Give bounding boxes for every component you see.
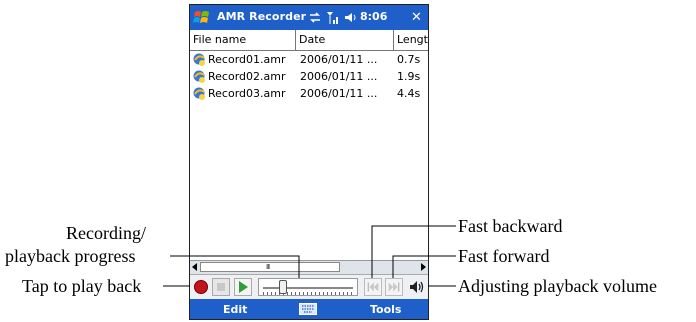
annotation-tap-play: Tap to play back: [22, 276, 142, 296]
sound-file-icon: [193, 70, 205, 83]
sound-file-icon: [193, 53, 205, 66]
playback-controls: [190, 274, 428, 299]
app-title: AMR Recorder: [217, 10, 307, 23]
scroll-grip: III: [266, 263, 270, 271]
fast-forward-button[interactable]: [385, 278, 403, 296]
file-date: 2006/01/11 ...: [300, 53, 378, 66]
file-name: Record01.amr: [208, 53, 286, 66]
file-length: 0.7s: [397, 53, 421, 66]
volume-icon[interactable]: [408, 278, 426, 296]
clock[interactable]: 8:06: [360, 10, 387, 23]
annotation-progress-line1: Recording/: [66, 223, 146, 243]
annotation-fast-back: Fast backward: [458, 216, 563, 236]
scroll-left-icon[interactable]: [192, 263, 197, 271]
list-item[interactable]: Record03.amr 2006/01/11 ... 4.4s: [190, 85, 428, 102]
annotation-volume: Adjusting playback volume: [458, 276, 657, 296]
progress-track: [263, 287, 353, 289]
close-button[interactable]: ✕: [407, 8, 426, 27]
horizontal-scrollbar[interactable]: III: [190, 260, 428, 274]
device-screen: AMR Recorder 8:06 ✕ File name Date Lengt…: [189, 4, 429, 320]
play-button[interactable]: [234, 278, 252, 296]
tools-menu[interactable]: Tools: [370, 303, 401, 316]
file-date: 2006/01/11 ...: [300, 70, 378, 83]
record-button[interactable]: [194, 280, 208, 294]
scroll-thumb[interactable]: [200, 262, 340, 272]
annotation-fast-fwd: Fast forward: [458, 246, 550, 266]
title-bar: AMR Recorder 8:06 ✕: [190, 5, 428, 30]
column-header-date[interactable]: Date: [296, 30, 394, 50]
speaker-icon[interactable]: [344, 11, 358, 24]
file-list: Record01.amr 2006/01/11 ... 0.7s Record0…: [190, 51, 428, 102]
network-icon[interactable]: [308, 11, 322, 24]
stop-button[interactable]: [212, 278, 230, 296]
sound-file-icon: [193, 87, 205, 100]
progress-ticks: [263, 292, 353, 295]
progress-slider[interactable]: [258, 278, 358, 296]
list-item[interactable]: Record02.amr 2006/01/11 ... 1.9s: [190, 68, 428, 85]
annotation-progress-line2: playback progress: [5, 246, 136, 266]
file-name: Record03.amr: [208, 87, 286, 100]
fast-backward-button[interactable]: [364, 278, 382, 296]
list-header: File name Date Length: [190, 30, 428, 51]
file-date: 2006/01/11 ...: [300, 87, 378, 100]
list-item[interactable]: Record01.amr 2006/01/11 ... 0.7s: [190, 51, 428, 68]
file-name: Record02.amr: [208, 70, 286, 83]
signal-icon[interactable]: [326, 10, 340, 25]
edit-menu[interactable]: Edit: [223, 303, 247, 316]
progress-knob[interactable]: [279, 280, 288, 294]
close-icon: ✕: [411, 10, 422, 25]
menu-bar: Edit Tools: [190, 299, 428, 319]
file-length: 1.9s: [397, 70, 421, 83]
file-length: 4.4s: [397, 87, 421, 100]
keyboard-icon[interactable]: [299, 303, 317, 315]
column-header-length[interactable]: Length: [394, 30, 428, 50]
scroll-right-icon[interactable]: [421, 263, 426, 271]
windows-start-icon[interactable]: [193, 9, 211, 26]
column-header-file-name[interactable]: File name: [190, 30, 296, 50]
